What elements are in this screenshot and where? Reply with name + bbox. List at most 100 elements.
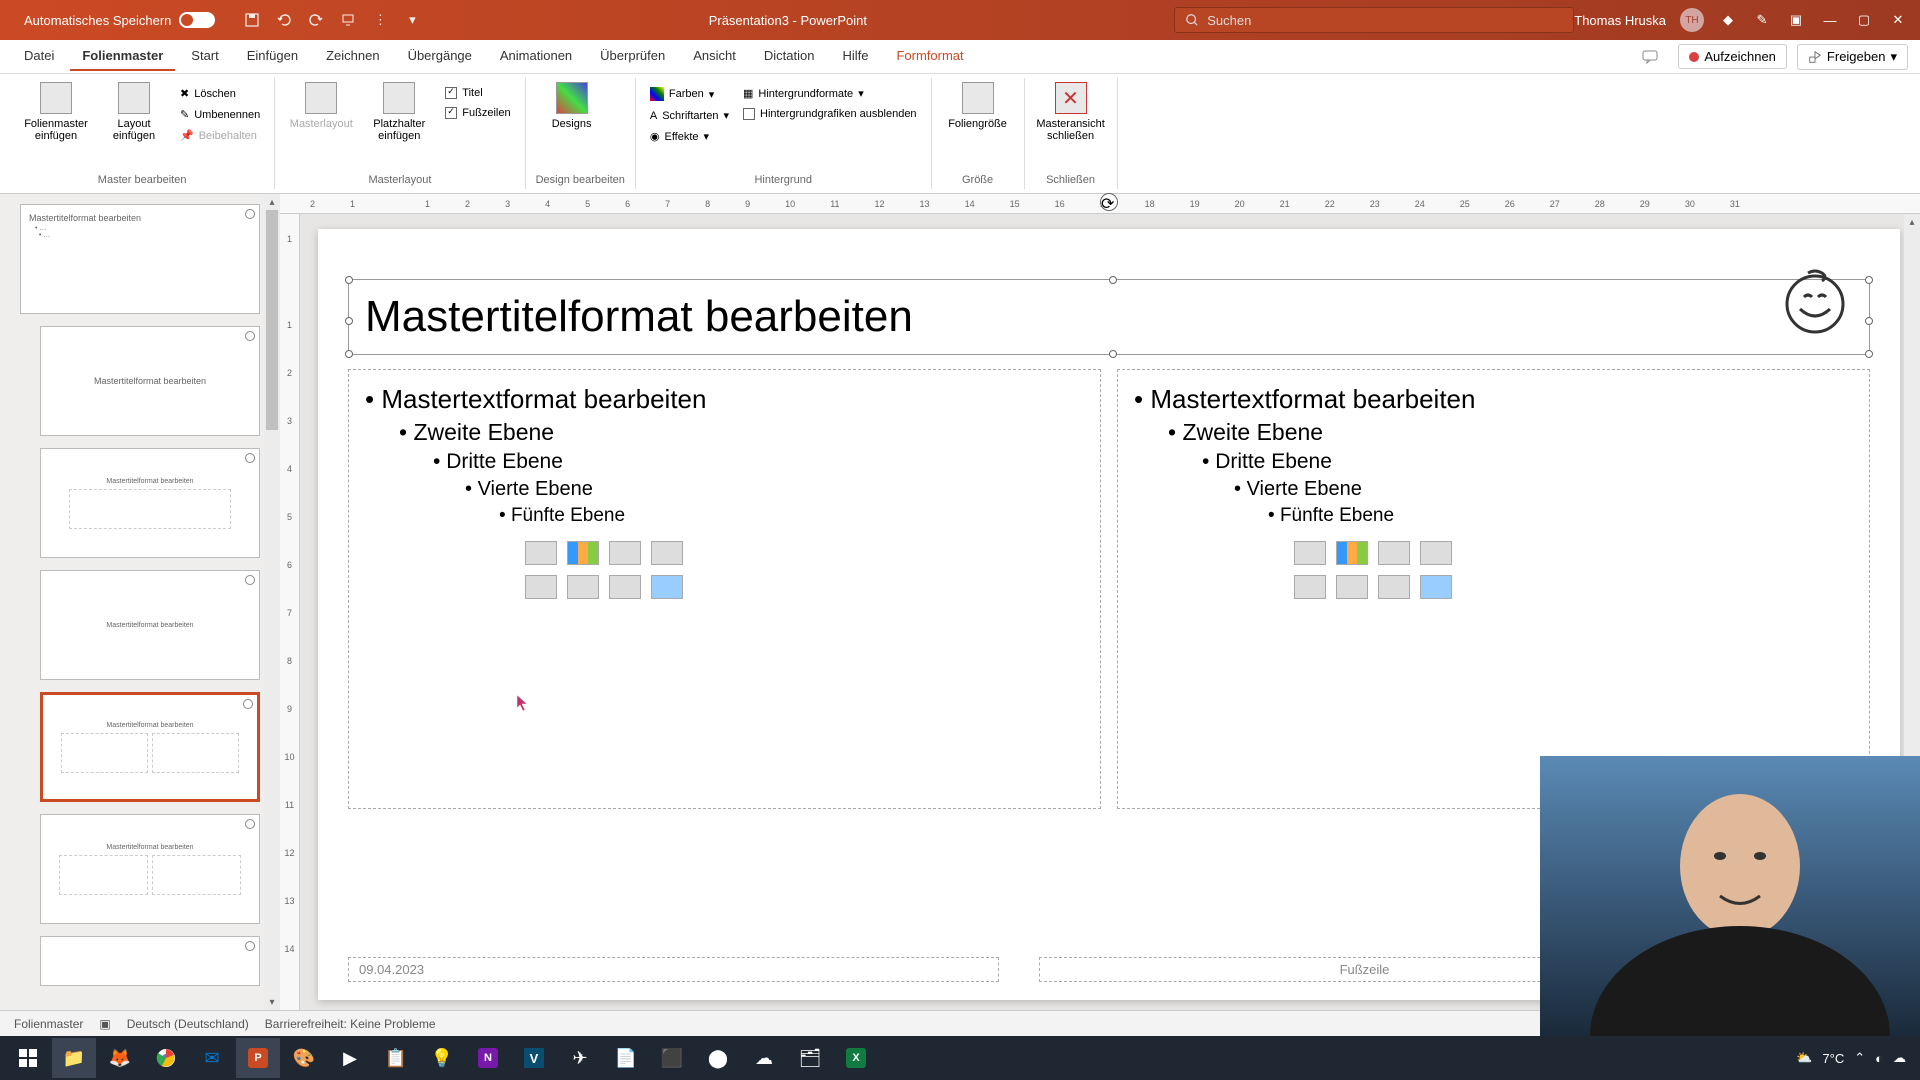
search-input[interactable]: Suchen	[1174, 7, 1574, 33]
video-icon[interactable]	[1378, 575, 1410, 599]
close-icon[interactable]: ✕	[1888, 10, 1908, 30]
scroll-down-icon[interactable]: ▾	[264, 994, 280, 1010]
taskbar-app-v[interactable]: V	[512, 1038, 556, 1078]
smartart-icon[interactable]	[609, 541, 641, 565]
date-placeholder[interactable]: 09.04.2023	[348, 957, 999, 982]
tab-hilfe[interactable]: Hilfe	[830, 42, 880, 71]
selection-handle[interactable]	[1109, 350, 1117, 358]
selection-handle[interactable]	[345, 317, 353, 325]
rename-button[interactable]: ✎Umbenennen	[176, 105, 264, 124]
rotation-handle-icon[interactable]: ⟳	[1100, 193, 1118, 211]
from-beginning-icon[interactable]	[339, 11, 357, 29]
content-placeholder-right[interactable]: • Mastertextformat bearbeiten • Zweite E…	[1117, 369, 1870, 809]
table-icon[interactable]	[1294, 541, 1326, 565]
hide-bg-graphics-checkbox[interactable]: Hintergrundgrafiken ausblenden	[739, 105, 921, 123]
3d-model-icon[interactable]	[1420, 541, 1452, 565]
smartart-icon[interactable]	[1378, 541, 1410, 565]
taskbar-obs[interactable]: ⬛	[650, 1038, 694, 1078]
tab-uebergaenge[interactable]: Übergänge	[396, 42, 484, 71]
taskbar-outlook[interactable]: ✉	[190, 1038, 234, 1078]
more-icon[interactable]: ⋮	[371, 11, 389, 29]
tray-icon-1[interactable]: ◐	[1875, 1051, 1883, 1066]
diamond-icon[interactable]: ◆	[1718, 10, 1738, 30]
taskbar-app-3[interactable]: 💡	[420, 1038, 464, 1078]
chart-icon[interactable]	[1336, 541, 1368, 565]
insert-master-button[interactable]: Folienmaster einfügen	[20, 78, 92, 146]
taskbar-vlc[interactable]: ▶	[328, 1038, 372, 1078]
taskbar-app-2[interactable]: 📋	[374, 1038, 418, 1078]
online-picture-icon[interactable]	[567, 575, 599, 599]
footers-checkbox[interactable]: Fußzeilen	[441, 104, 514, 122]
tab-datei[interactable]: Datei	[12, 42, 66, 71]
taskbar-telegram[interactable]: ✈	[558, 1038, 602, 1078]
comments-button[interactable]	[1632, 46, 1668, 68]
icon-icon[interactable]	[1420, 575, 1452, 599]
selection-handle[interactable]	[345, 276, 353, 284]
taskbar-powerpoint[interactable]: P	[236, 1038, 280, 1078]
video-icon[interactable]	[609, 575, 641, 599]
designs-button[interactable]: Designs	[536, 78, 608, 134]
toggle-switch-icon[interactable]	[179, 12, 215, 28]
thumb-master[interactable]: Mastertitelformat bearbeiten • … • …	[20, 204, 260, 314]
slide-size-button[interactable]: Foliengröße	[942, 78, 1014, 134]
tab-einfuegen[interactable]: Einfügen	[235, 42, 310, 71]
background-styles-button[interactable]: ▦Hintergrundformate ▾	[739, 84, 921, 103]
temperature-label[interactable]: 7°C	[1822, 1051, 1844, 1066]
maximize-icon[interactable]: ▢	[1854, 10, 1874, 30]
scroll-up-icon[interactable]: ▴	[1904, 214, 1920, 230]
taskbar-app-4[interactable]: 📄	[604, 1038, 648, 1078]
3d-model-icon[interactable]	[651, 541, 683, 565]
tab-start[interactable]: Start	[179, 42, 230, 71]
fonts-button[interactable]: ASchriftarten ▾	[646, 106, 733, 125]
tab-ansicht[interactable]: Ansicht	[681, 42, 748, 71]
table-icon[interactable]	[525, 541, 557, 565]
title-placeholder[interactable]: Mastertitelformat bearbeiten	[348, 279, 1870, 355]
weather-icon[interactable]: ⛅	[1796, 1050, 1812, 1066]
online-picture-icon[interactable]	[1336, 575, 1368, 599]
title-checkbox[interactable]: Titel	[441, 84, 514, 102]
start-button[interactable]	[6, 1038, 50, 1078]
thumb-layout-3[interactable]: Mastertitelformat bearbeiten	[40, 570, 260, 680]
taskbar-firefox[interactable]: 🦊	[98, 1038, 142, 1078]
content-placeholder-left[interactable]: • Mastertextformat bearbeiten • Zweite E…	[348, 369, 1101, 809]
taskbar-app-5[interactable]: ⬤	[696, 1038, 740, 1078]
tab-dictation[interactable]: Dictation	[752, 42, 827, 71]
taskbar-app-6[interactable]: ☁	[742, 1038, 786, 1078]
taskbar-explorer[interactable]: 📁	[52, 1038, 96, 1078]
icon-icon[interactable]	[651, 575, 683, 599]
tab-folienmaster[interactable]: Folienmaster	[70, 42, 175, 71]
thumb-layout-2[interactable]: Mastertitelformat bearbeiten	[40, 448, 260, 558]
thumb-scrollbar[interactable]: ▴ ▾	[264, 194, 280, 1010]
tab-formformat[interactable]: Formformat	[884, 42, 975, 71]
tab-ueberpruefen[interactable]: Überprüfen	[588, 42, 677, 71]
colors-button[interactable]: Farben ▾	[646, 84, 733, 104]
minimize-icon[interactable]: —	[1820, 10, 1840, 30]
taskbar-chrome[interactable]	[144, 1038, 188, 1078]
selection-handle[interactable]	[345, 350, 353, 358]
picture-icon[interactable]	[525, 575, 557, 599]
user-avatar[interactable]: TH	[1680, 8, 1704, 32]
thumb-layout-5[interactable]: Mastertitelformat bearbeiten	[40, 814, 260, 924]
selection-handle[interactable]	[1109, 276, 1117, 284]
taskbar-app-1[interactable]: 🎨	[282, 1038, 326, 1078]
effects-button[interactable]: ◉Effekte ▾	[646, 127, 733, 146]
display-settings-icon[interactable]: ▣	[99, 1017, 110, 1031]
taskbar-onenote[interactable]: N	[466, 1038, 510, 1078]
tray-chevron-icon[interactable]: ⌃	[1854, 1050, 1865, 1066]
thumb-layout-4-selected[interactable]: Mastertitelformat bearbeiten	[40, 692, 260, 802]
language-label[interactable]: Deutsch (Deutschland)	[127, 1017, 249, 1031]
share-button[interactable]: Freigeben▾	[1797, 44, 1908, 70]
tab-zeichnen[interactable]: Zeichnen	[314, 42, 391, 71]
picture-icon[interactable]	[1294, 575, 1326, 599]
pen-icon[interactable]: ✎	[1752, 10, 1772, 30]
insert-placeholder-button[interactable]: Platzhalter einfügen	[363, 78, 435, 146]
dropdown-icon[interactable]: ▾	[403, 11, 421, 29]
autosave-toggle[interactable]: Automatisches Speichern	[12, 12, 227, 28]
selection-handle[interactable]	[1865, 276, 1873, 284]
redo-icon[interactable]	[307, 11, 325, 29]
window-icon[interactable]: ▣	[1786, 10, 1806, 30]
record-button[interactable]: Aufzeichnen	[1678, 44, 1787, 69]
close-master-button[interactable]: ✕Masteransicht schließen	[1035, 78, 1107, 146]
tab-animationen[interactable]: Animationen	[488, 42, 584, 71]
taskbar-excel[interactable]: X	[834, 1038, 878, 1078]
